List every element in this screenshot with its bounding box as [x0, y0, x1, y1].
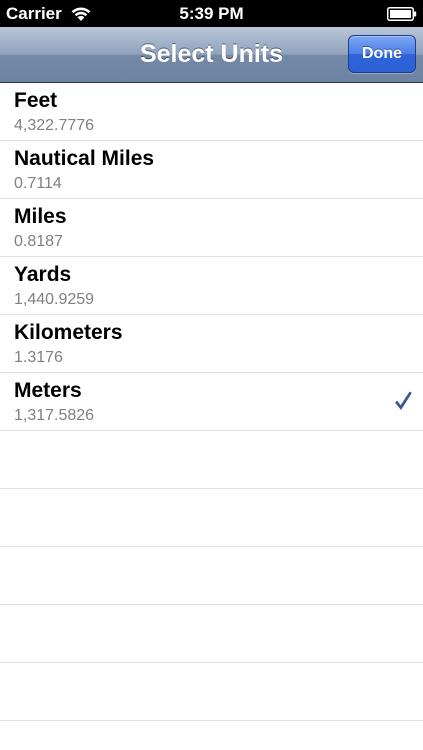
- unit-row-feet[interactable]: Feet 4,322.7776: [0, 83, 423, 141]
- status-bar: Carrier 5:39 PM: [0, 0, 423, 27]
- unit-value: 0.7114: [14, 175, 62, 192]
- unit-name: Meters: [14, 379, 82, 402]
- checkmark-icon: [395, 391, 412, 410]
- wifi-icon: [71, 7, 91, 21]
- empty-row: [0, 663, 423, 721]
- done-button[interactable]: Done: [348, 35, 416, 73]
- empty-row: [0, 547, 423, 605]
- unit-name: Nautical Miles: [14, 147, 155, 170]
- status-left: Carrier: [6, 4, 92, 24]
- unit-value: 0.8187: [14, 233, 63, 250]
- unit-value: 1,317.5826: [14, 407, 95, 424]
- navigation-bar: Select Units Done: [0, 27, 423, 83]
- unit-row-meters[interactable]: Meters 1,317.5826: [0, 373, 423, 431]
- empty-row: [0, 489, 423, 547]
- unit-list: Feet 4,322.7776 Nautical Miles 0.7114 Mi…: [0, 83, 423, 721]
- battery-icon: [387, 7, 417, 21]
- unit-name: Feet: [14, 89, 58, 112]
- unit-row-yards[interactable]: Yards 1,440.9259: [0, 257, 423, 315]
- unit-row-kilometers[interactable]: Kilometers 1.3176: [0, 315, 423, 373]
- empty-row: [0, 431, 423, 489]
- unit-row-nautical-miles[interactable]: Nautical Miles 0.7114: [0, 141, 423, 199]
- carrier-label: Carrier: [6, 3, 62, 23]
- unit-name: Miles: [14, 205, 67, 228]
- unit-name: Yards: [14, 263, 72, 286]
- unit-value: 1.3176: [14, 349, 63, 366]
- unit-value: 4,322.7776: [14, 117, 95, 134]
- empty-row: [0, 605, 423, 663]
- unit-value: 1,440.9259: [14, 291, 95, 308]
- unit-row-miles[interactable]: Miles 0.8187: [0, 199, 423, 257]
- unit-name: Kilometers: [14, 321, 123, 344]
